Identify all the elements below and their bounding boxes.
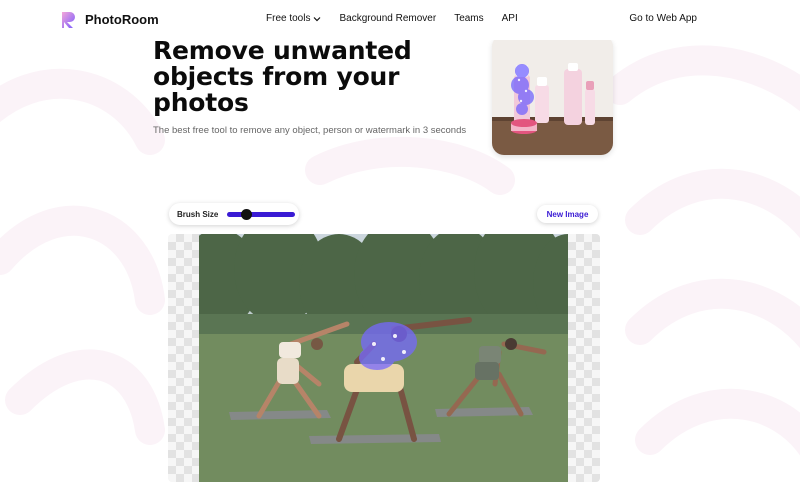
nav-background-remover-label: Background Remover <box>339 13 437 24</box>
brush-size-slider-thumb[interactable] <box>241 208 253 220</box>
nav-api[interactable]: API <box>502 13 518 24</box>
editor-canvas[interactable] <box>168 234 600 482</box>
page-subtitle: The best free tool to remove any object,… <box>153 125 467 136</box>
nav-background-remover[interactable]: Background Remover <box>339 13 436 24</box>
new-image-button[interactable]: New Image <box>537 205 598 223</box>
brush-size-slider[interactable] <box>227 208 296 220</box>
go-to-web-app-link[interactable]: Go to Web App <box>629 13 697 24</box>
cosmetics-product-illustration <box>492 35 613 155</box>
nav-teams[interactable]: Teams <box>454 13 483 24</box>
hero-product-image <box>492 35 613 155</box>
brush-size-control: Brush Size <box>169 203 299 225</box>
nav-teams-label: Teams <box>454 13 484 24</box>
editable-photo[interactable] <box>199 234 568 482</box>
chevron-down-icon <box>314 16 321 21</box>
photoroom-logo-icon <box>62 12 75 28</box>
nav-free-tools[interactable]: Free tools <box>266 13 321 24</box>
brand-name: PhotoRoom <box>85 12 159 27</box>
page-title: Remove unwanted objects from your photos <box>153 36 412 117</box>
brand-logo[interactable]: PhotoRoom <box>60 10 159 29</box>
top-navbar: PhotoRoom Free tools Background Remover … <box>0 0 800 40</box>
brush-size-label: Brush Size <box>177 209 219 219</box>
main-nav: Free tools Background Remover Teams API <box>266 13 518 24</box>
nav-free-tools-label: Free tools <box>266 13 311 24</box>
nav-api-label: API <box>501 13 518 24</box>
